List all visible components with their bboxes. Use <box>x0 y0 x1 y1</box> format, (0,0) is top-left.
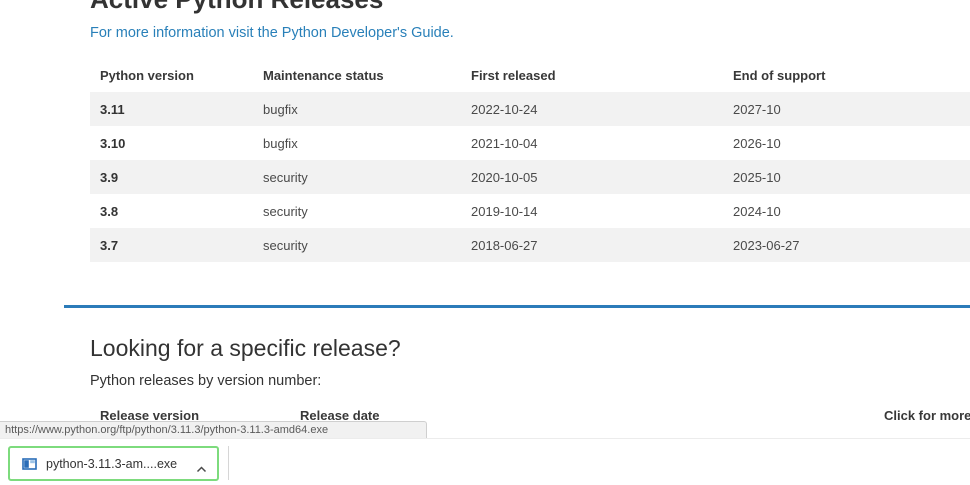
column-header-python-version: Python version <box>100 68 194 83</box>
cell-version: 3.8 <box>100 204 119 219</box>
browser-viewport: Active Python Releases For more informat… <box>0 0 970 485</box>
link-target-status-bubble: https://www.python.org/ftp/python/3.11.3… <box>0 421 427 438</box>
section-divider <box>64 305 970 308</box>
status-url-text: https://www.python.org/ftp/python/3.11.3… <box>5 424 329 436</box>
installer-icon <box>22 457 37 471</box>
cell-status: security <box>263 238 308 253</box>
specific-release-subtitle: Python releases by version number: <box>90 373 322 389</box>
cell-end-of-support: 2024-10 <box>733 204 781 219</box>
column-header-click-for-more: Click for more <box>884 408 970 423</box>
cell-version: 3.10 <box>100 136 126 151</box>
cell-end-of-support: 2025-10 <box>733 170 781 185</box>
column-header-first-released: First released <box>471 68 556 83</box>
cell-status: security <box>263 204 308 219</box>
cell-version: 3.7 <box>100 238 119 253</box>
specific-release-heading: Looking for a specific release? <box>90 335 401 361</box>
cell-end-of-support: 2027-10 <box>733 102 781 117</box>
table-row: 3.10 bugfix 2021-10-04 2026-10 <box>90 126 970 160</box>
cell-version: 3.11 <box>100 102 125 117</box>
column-header-maintenance-status: Maintenance status <box>263 68 384 83</box>
table-header-row: Python version Maintenance status First … <box>90 56 970 92</box>
cell-first-released: 2022-10-24 <box>471 102 538 117</box>
table-row: 3.9 security 2020-10-05 2025-10 <box>90 160 970 194</box>
cell-status: bugfix <box>263 136 298 151</box>
download-item-python-installer[interactable]: python-3.11.3-am....exe <box>8 446 219 481</box>
cell-version: 3.9 <box>100 170 119 185</box>
column-header-end-of-support: End of support <box>733 68 826 83</box>
cell-status: security <box>263 170 308 185</box>
download-shelf: python-3.11.3-am....exe <box>0 438 970 485</box>
cell-first-released: 2021-10-04 <box>471 136 538 151</box>
info-link-line: For more information visit the Python De… <box>90 24 970 42</box>
chevron-up-icon[interactable] <box>196 460 207 473</box>
active-releases-table: Python version Maintenance status First … <box>90 56 970 262</box>
developers-guide-link[interactable]: For more information visit the Python De… <box>90 25 454 41</box>
cell-end-of-support: 2026-10 <box>733 136 781 151</box>
table-row: 3.7 security 2018-06-27 2023-06-27 <box>90 228 970 262</box>
table-row: 3.11 bugfix 2022-10-24 2027-10 <box>90 92 970 126</box>
table-row: 3.8 security 2019-10-14 2024-10 <box>90 194 970 228</box>
cell-first-released: 2018-06-27 <box>471 238 538 253</box>
download-filename: python-3.11.3-am....exe <box>46 456 178 471</box>
python-org-page: Active Python Releases For more informat… <box>0 0 970 438</box>
shelf-item-separator <box>228 446 229 480</box>
cell-end-of-support: 2023-06-27 <box>733 238 800 253</box>
active-releases-heading: Active Python Releases <box>90 0 970 14</box>
cell-first-released: 2020-10-05 <box>471 170 538 185</box>
cell-status: bugfix <box>263 102 298 117</box>
cell-first-released: 2019-10-14 <box>471 204 538 219</box>
